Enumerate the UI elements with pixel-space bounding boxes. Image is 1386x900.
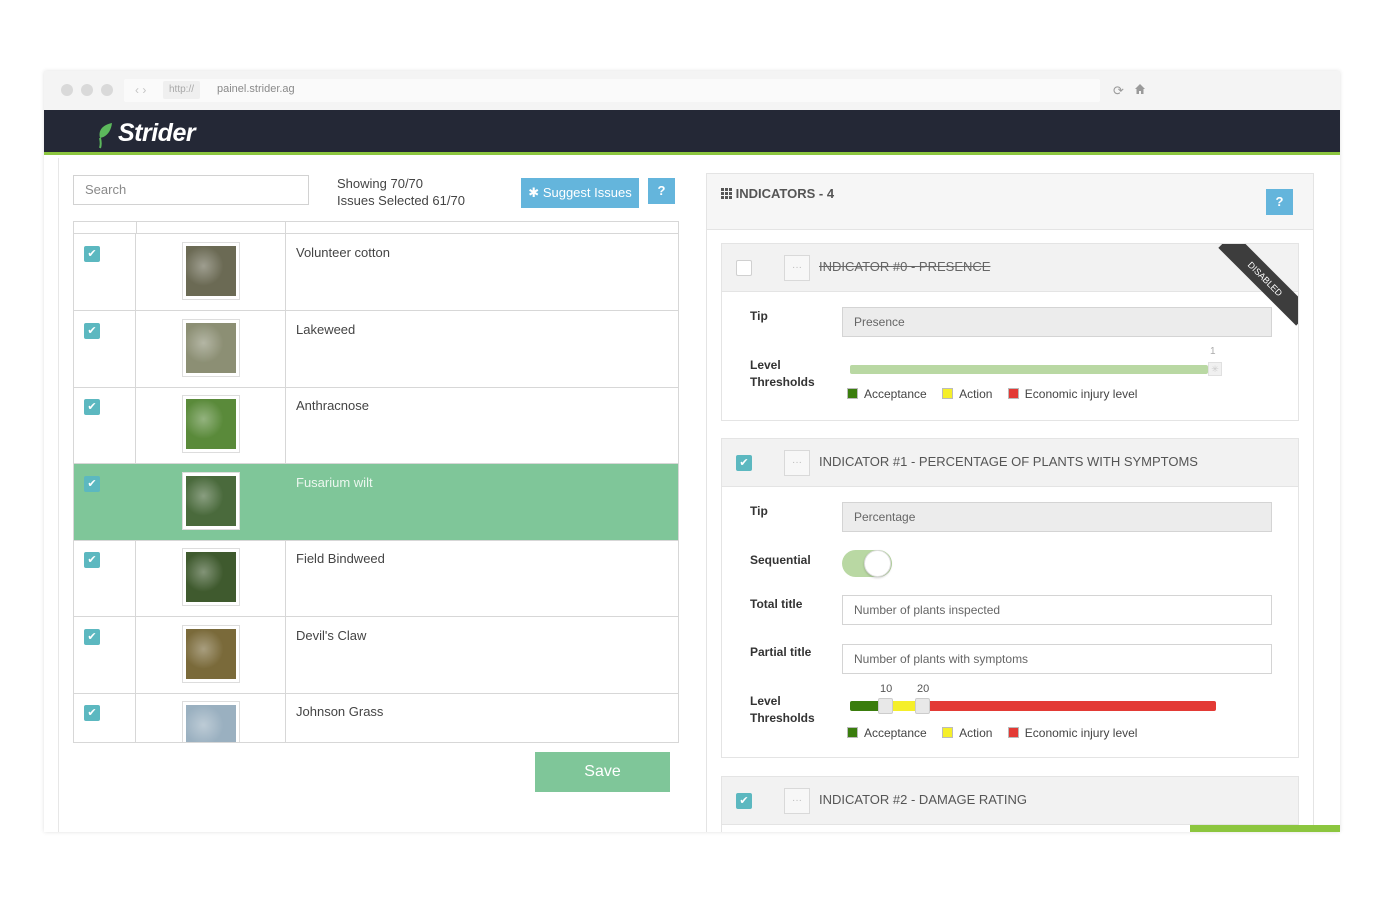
toggle-knob (864, 550, 891, 577)
indicator-0-title: INDICATOR #0 - PRESENCE (819, 259, 991, 274)
thumbnail-cell (136, 310, 286, 387)
indicator-1-total-label: Total title (750, 597, 803, 611)
threshold-low-value: 10 (880, 683, 893, 695)
issue-name: Volunteer cotton (296, 245, 390, 260)
indicator-1-header: ✔ ··· INDICATOR #1 - PERCENTAGE OF PLANT… (722, 439, 1298, 487)
table-row[interactable]: ✔ Devil's Claw (74, 616, 678, 694)
legend-acceptance: Acceptance (847, 726, 927, 740)
thumbnail-cell (136, 616, 286, 693)
indicator-1-sequential-label: Sequential (750, 553, 811, 567)
indicator-0-level-label: Level Thresholds (750, 358, 815, 389)
thumbnail-cell (136, 463, 286, 540)
indicator-0-tip-label: Tip (750, 309, 768, 323)
indicator-1-checkbox[interactable]: ✔ (736, 455, 752, 471)
issue-name: Fusarium wilt (296, 474, 373, 490)
issue-name: Lakeweed (296, 321, 356, 337)
threshold-high-value: 20 (917, 683, 930, 695)
checkbox-cell: ✔ (74, 540, 136, 616)
table-row[interactable]: ✔ Field Bindweed (74, 540, 678, 617)
indicators-title-text: INDICATORS - 4 (735, 186, 835, 201)
drag-handle-icon[interactable]: ··· (784, 788, 810, 814)
indicator-0-threshold-max: 1 (1210, 346, 1216, 357)
indicators-header: INDICATORS - 4 ? (707, 174, 1313, 230)
row-checkbox[interactable]: ✔ (84, 322, 100, 339)
sequential-toggle[interactable] (842, 550, 892, 577)
legend-acceptance: Acceptance (847, 387, 927, 401)
thumbnail-cell (136, 540, 286, 616)
row-checkbox[interactable]: ✔ (84, 399, 100, 415)
indicators-panel: INDICATORS - 4 ? ··· INDICATOR #0 - PRES… (706, 173, 1314, 832)
thumbnail-cell (136, 387, 286, 463)
issue-thumbnail (182, 395, 240, 453)
indicator-0-threshold-bar (850, 365, 1208, 374)
threshold-high-handle[interactable] (915, 698, 930, 714)
legend-economic: Economic injury level (1007, 726, 1137, 740)
table-row[interactable]: ✔ Volunteer cotton (74, 234, 678, 311)
indicator-card-0: ··· INDICATOR #0 - PRESENCE DISABLED Tip… (721, 243, 1299, 421)
indicator-1-partial-label: Partial title (750, 645, 812, 659)
indicator-1-level-label: Level Thresholds (750, 694, 815, 725)
save-button[interactable]: Save (535, 752, 670, 792)
indicator-1-tip-label: Tip (750, 504, 768, 518)
checkbox-cell: ✔ (74, 463, 136, 540)
indicator-card-2: ✔ ··· INDICATOR #2 - DAMAGE RATING (721, 776, 1299, 832)
issue-thumbnail (182, 471, 240, 530)
partial-title-field[interactable]: Number of plants with symptoms (842, 644, 1272, 674)
total-title-field[interactable]: Number of plants inspected (842, 595, 1272, 625)
footer-accent-bar (1190, 825, 1340, 832)
indicator-1-tip-field[interactable]: Percentage (842, 502, 1272, 532)
threshold-low-handle[interactable] (878, 698, 893, 714)
thumbnail-cell (136, 234, 286, 310)
indicator-2-checkbox[interactable]: ✔ (736, 793, 752, 809)
indicator-2-header: ✔ ··· INDICATOR #2 - DAMAGE RATING (722, 777, 1298, 825)
indicator-0-header: ··· INDICATOR #0 - PRESENCE (722, 244, 1298, 292)
legend-economic: Economic injury level (1007, 387, 1137, 401)
issue-thumbnail (182, 624, 240, 683)
checkbox-cell: ✔ (74, 234, 136, 310)
table-row[interactable]: ✔ Lakeweed (74, 310, 678, 388)
checkbox-cell: ✔ (74, 693, 136, 742)
indicators-title: INDICATORS - 4 (721, 186, 834, 201)
drag-handle-icon[interactable]: ··· (784, 450, 810, 476)
row-checkbox[interactable]: ✔ (84, 552, 100, 568)
legend-action: Action (942, 387, 992, 401)
indicator-0-slider-handle[interactable]: ✳ (1208, 362, 1222, 376)
indicator-1-threshold-bar (850, 701, 1216, 711)
browser-window: ‹ › http:// painel.strider.ag ⟳ Strider … (44, 71, 1340, 832)
issue-thumbnail (182, 318, 240, 377)
table-row[interactable]: ✔ Johnson Grass (74, 693, 678, 742)
row-checkbox[interactable]: ✔ (84, 475, 100, 492)
checkbox-cell: ✔ (74, 387, 136, 463)
row-checkbox[interactable]: ✔ (84, 246, 100, 262)
indicator-0-checkbox[interactable] (736, 260, 752, 276)
legend-action: Action (942, 726, 992, 740)
issue-name: Devil's Claw (296, 627, 367, 643)
table-row[interactable]: ✔ Anthracnose (74, 387, 678, 464)
issue-thumbnail (182, 548, 240, 606)
indicator-2-title: INDICATOR #2 - DAMAGE RATING (819, 792, 1028, 807)
grid-icon (721, 186, 736, 201)
indicator-1-legend: Acceptance Action Economic injury level (847, 726, 1149, 740)
indicator-0-tip-field[interactable]: Presence (842, 307, 1272, 337)
issue-thumbnail (182, 701, 240, 742)
indicators-help-button[interactable]: ? (1266, 189, 1293, 215)
thumbnail-cell (136, 693, 286, 742)
checkbox-cell: ✔ (74, 310, 136, 387)
row-checkbox[interactable]: ✔ (84, 628, 100, 645)
issue-thumbnail (182, 242, 240, 300)
table-row[interactable]: ✔ Fusarium wilt (74, 463, 678, 541)
indicator-1-title: INDICATOR #1 - PERCENTAGE OF PLANTS WITH… (819, 454, 1198, 469)
indicator-0-legend: Acceptance Action Economic injury level (847, 387, 1149, 401)
checkbox-cell: ✔ (74, 616, 136, 693)
issue-name: Field Bindweed (296, 551, 385, 566)
drag-handle-icon[interactable]: ··· (784, 255, 810, 281)
row-checkbox[interactable]: ✔ (84, 705, 100, 721)
issue-name: Johnson Grass (296, 704, 384, 719)
indicator-card-1: ✔ ··· INDICATOR #1 - PERCENTAGE OF PLANT… (721, 438, 1299, 758)
issue-name: Anthracnose (296, 398, 369, 413)
